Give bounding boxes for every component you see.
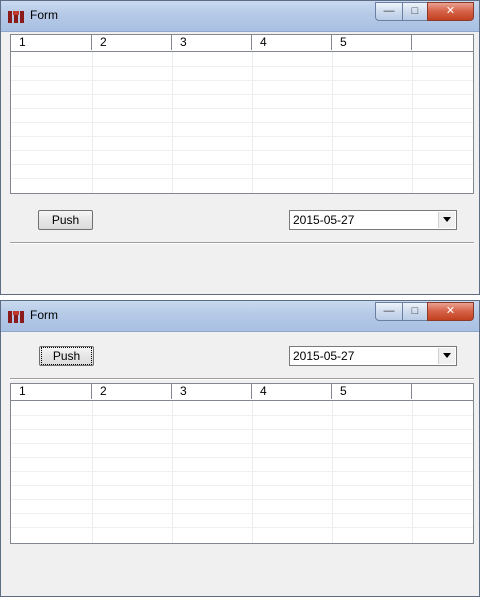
- data-grid[interactable]: 1 2 3 4 5: [10, 383, 474, 544]
- form-window-top: Form — □ ✕ 1 2 3 4 5 Push 2015-05-27: [0, 0, 480, 295]
- grid-header: 1 2 3 4 5: [11, 35, 473, 52]
- column-header-2[interactable]: 2: [92, 384, 172, 399]
- minimize-button[interactable]: —: [375, 2, 403, 21]
- grid-header: 1 2 3 4 5: [11, 384, 473, 401]
- data-grid[interactable]: 1 2 3 4 5: [10, 34, 474, 194]
- grid-row-line: [11, 80, 473, 81]
- dropdown-arrow-icon: [443, 217, 451, 222]
- grid-row-line: [11, 108, 473, 109]
- push-button-label: Push: [51, 213, 80, 227]
- minimize-button[interactable]: —: [375, 302, 403, 321]
- grid-row-line: [11, 429, 473, 430]
- grid-row-line: [11, 136, 473, 137]
- column-header-3[interactable]: 3: [172, 35, 252, 50]
- column-header-2[interactable]: 2: [92, 35, 172, 50]
- grid-row-line: [11, 499, 473, 500]
- close-icon: ✕: [445, 5, 456, 17]
- window-title: Form: [30, 308, 58, 322]
- grid-row-line: [11, 415, 473, 416]
- grid-row-line: [11, 513, 473, 514]
- grid-row-line: [11, 471, 473, 472]
- minimize-icon: —: [383, 5, 395, 17]
- close-icon: ✕: [445, 305, 456, 317]
- grid-row-line: [11, 443, 473, 444]
- grid-row-line: [11, 178, 473, 179]
- maximize-icon: □: [411, 5, 419, 17]
- maximize-icon: □: [411, 305, 419, 317]
- grid-row-line: [11, 94, 473, 95]
- form-window-bottom: Form — □ ✕ Push 2015-05-27 1 2 3 4 5: [0, 300, 480, 597]
- date-dropdown-button[interactable]: [438, 212, 455, 228]
- maximize-button[interactable]: □: [402, 2, 428, 21]
- date-picker[interactable]: 2015-05-27: [289, 346, 457, 366]
- column-header-5[interactable]: 5: [332, 384, 412, 399]
- date-picker[interactable]: 2015-05-27: [289, 210, 457, 230]
- column-header-4[interactable]: 4: [252, 35, 332, 50]
- push-button[interactable]: Push: [39, 346, 94, 366]
- title-bar[interactable]: Form — □ ✕: [1, 1, 479, 32]
- push-button-label: Push: [40, 347, 93, 365]
- grid-col-line: [412, 401, 413, 543]
- date-dropdown-button[interactable]: [438, 348, 455, 364]
- date-value: 2015-05-27: [293, 349, 355, 363]
- grid-row-line: [11, 527, 473, 528]
- column-header-5[interactable]: 5: [332, 35, 412, 50]
- close-button[interactable]: ✕: [427, 302, 474, 321]
- grid-row-line: [11, 485, 473, 486]
- separator: [10, 378, 474, 380]
- column-header-1[interactable]: 1: [11, 35, 92, 50]
- dropdown-arrow-icon: [443, 353, 451, 358]
- grid-col-line: [332, 401, 333, 543]
- grid-row-line: [11, 164, 473, 165]
- grid-body[interactable]: [11, 401, 473, 543]
- column-header-filler: [412, 384, 473, 399]
- column-header-4[interactable]: 4: [252, 384, 332, 399]
- grid-col-line: [172, 401, 173, 543]
- grid-row-line: [11, 150, 473, 151]
- grid-col-line: [252, 401, 253, 543]
- grid-row-line: [11, 457, 473, 458]
- grid-row-line: [11, 66, 473, 67]
- close-button[interactable]: ✕: [427, 2, 474, 21]
- grid-col-line: [92, 401, 93, 543]
- window-title: Form: [30, 8, 58, 22]
- grid-body[interactable]: [11, 52, 473, 193]
- app-logo-icon: [8, 311, 24, 323]
- app-logo-icon: [8, 11, 24, 23]
- title-bar[interactable]: Form — □ ✕: [1, 301, 479, 332]
- column-header-3[interactable]: 3: [172, 384, 252, 399]
- column-header-filler: [412, 35, 473, 50]
- date-value: 2015-05-27: [293, 213, 355, 227]
- separator: [10, 242, 474, 244]
- column-header-1[interactable]: 1: [11, 384, 92, 399]
- push-button[interactable]: Push: [38, 210, 93, 230]
- grid-row-line: [11, 122, 473, 123]
- minimize-icon: —: [383, 305, 395, 317]
- maximize-button[interactable]: □: [402, 302, 428, 321]
